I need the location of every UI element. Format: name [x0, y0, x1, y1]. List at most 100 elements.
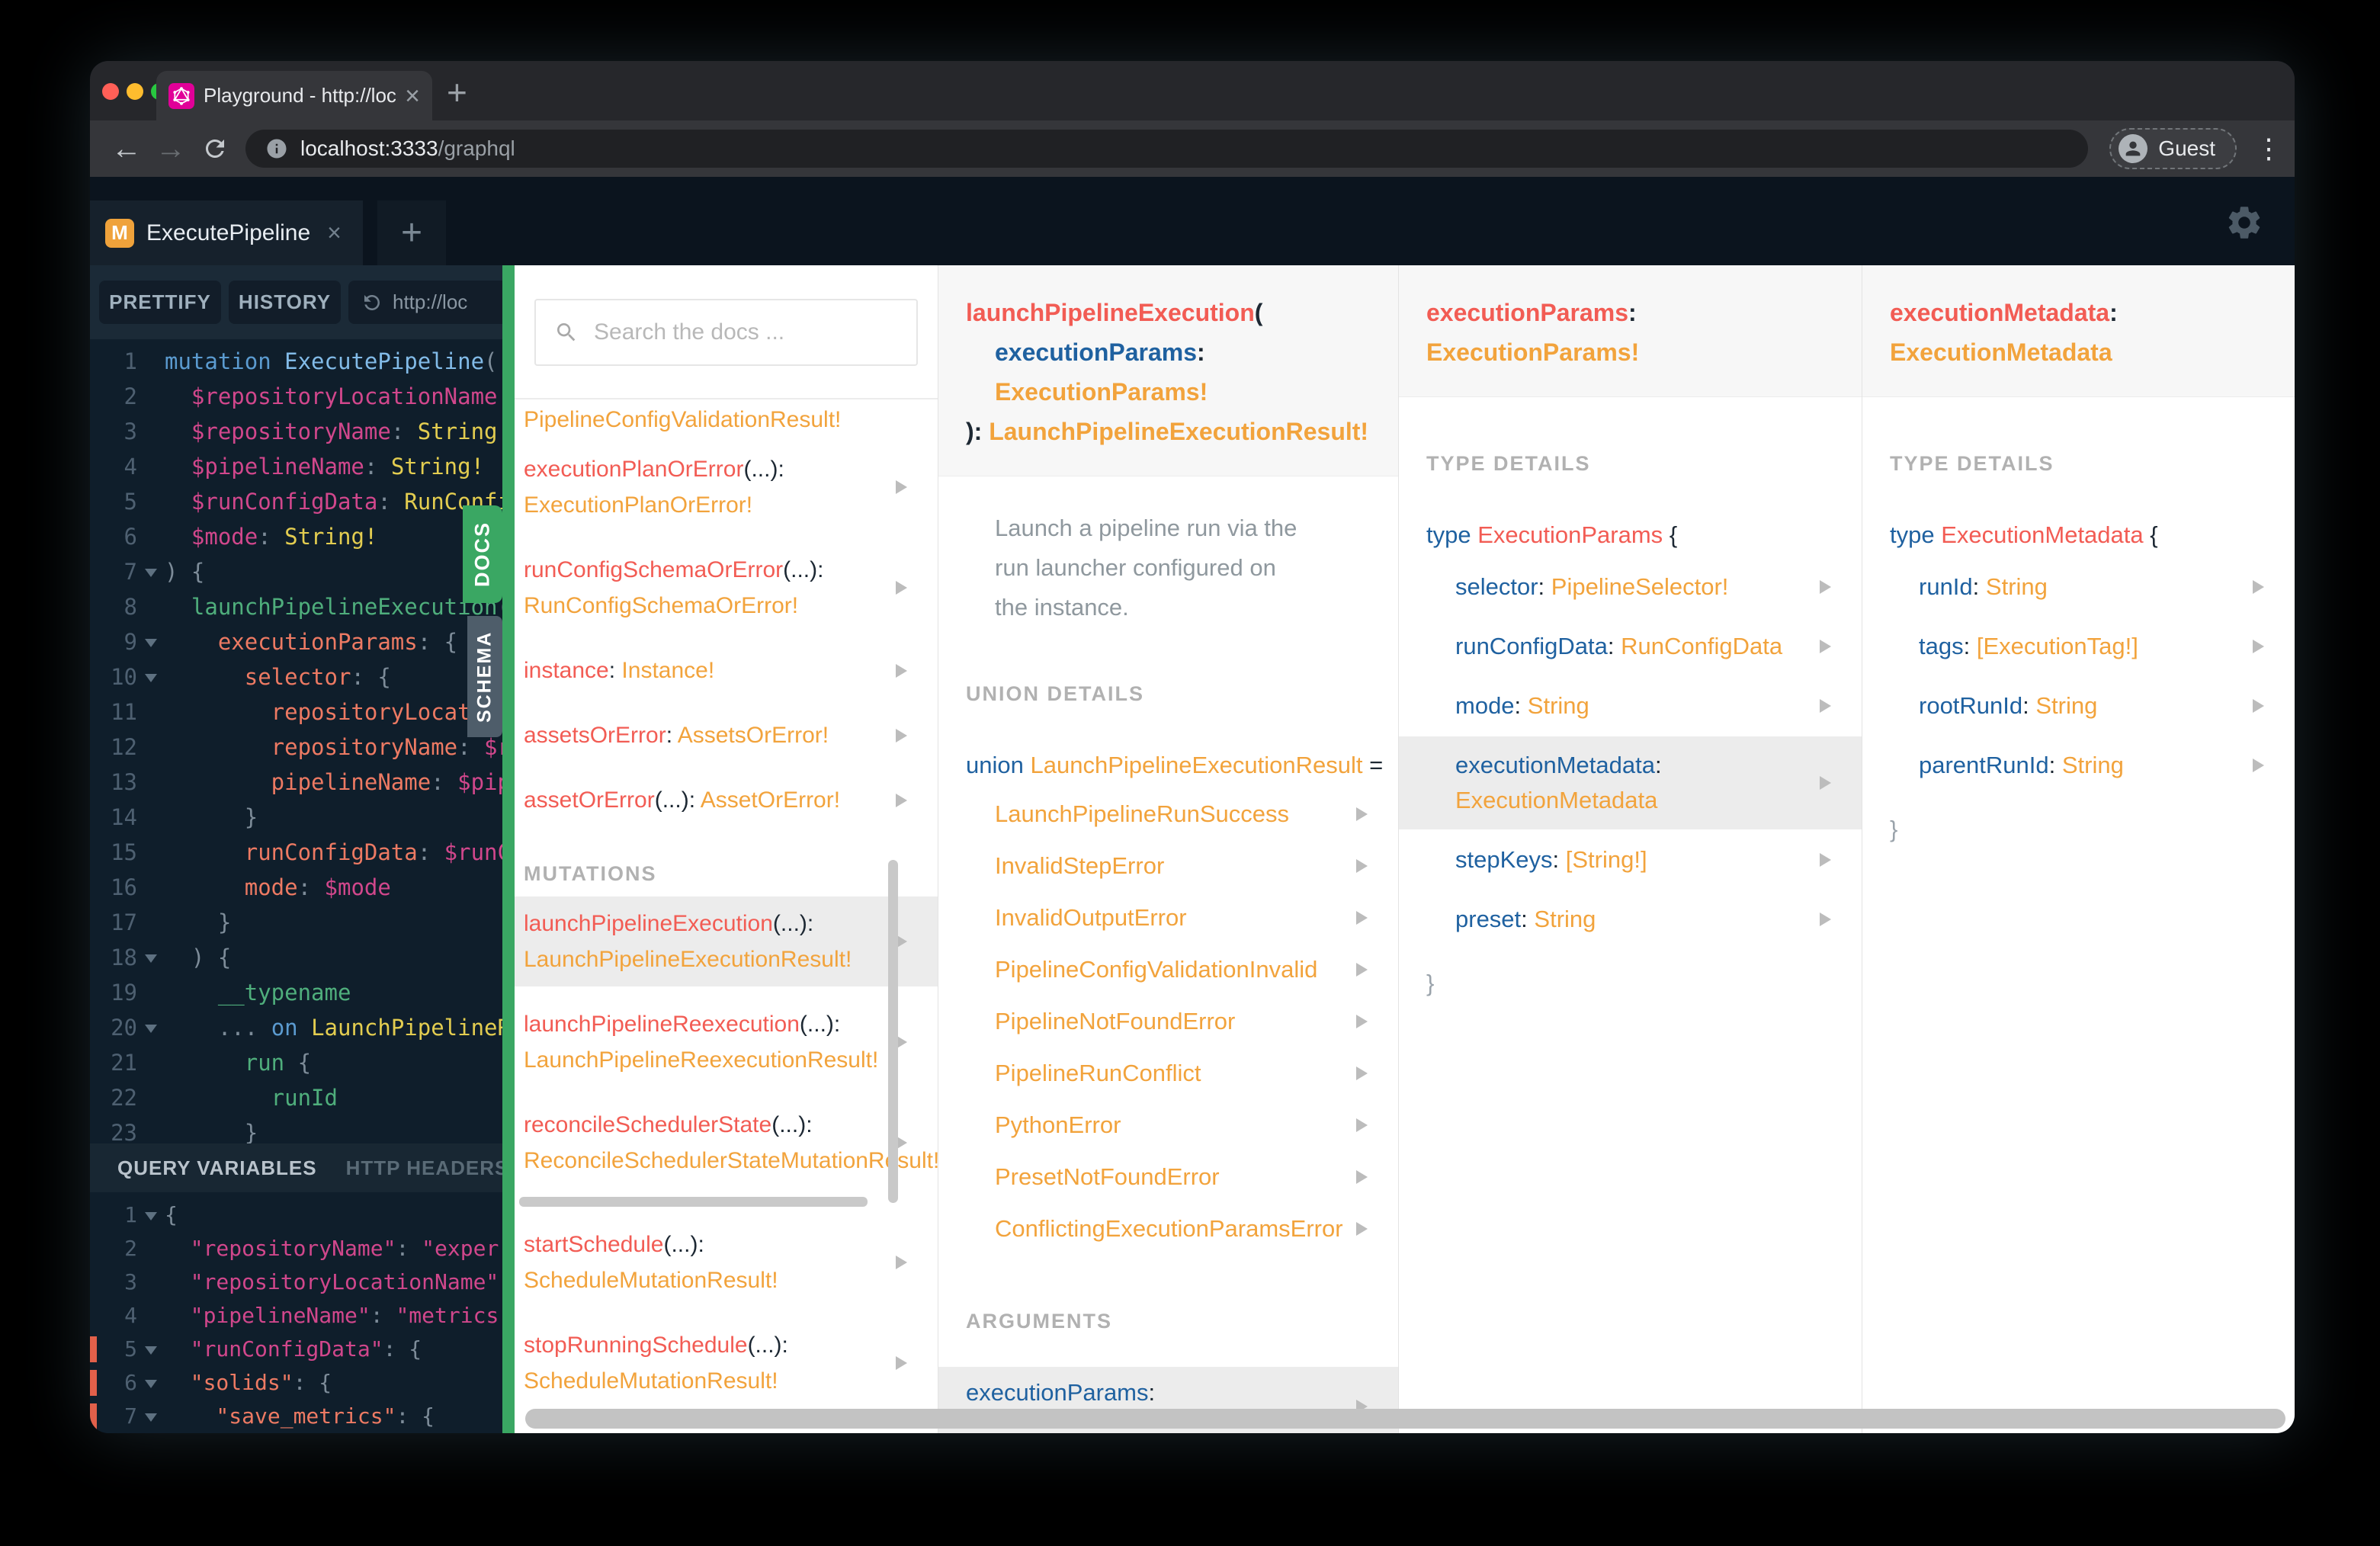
docs-search-input[interactable]: [592, 319, 898, 346]
schema-sidetab[interactable]: SCHEMA: [467, 616, 502, 737]
code-line[interactable]: 9 executionParams: {: [90, 624, 502, 659]
chevron-right-icon[interactable]: [896, 1256, 907, 1269]
doc-field-item[interactable]: stopRunningSchedule(...): ScheduleMutatio…: [515, 1318, 938, 1408]
code-line[interactable]: 22 runId: [90, 1080, 502, 1115]
union-type-item[interactable]: PipelineRunConflict: [938, 1047, 1398, 1099]
chevron-right-icon[interactable]: [1356, 859, 1368, 873]
type-field-row[interactable]: selector: PipelineSelector!: [1399, 558, 1862, 616]
doc-field-item[interactable]: launchPipelineExecution(...): LaunchPipel…: [515, 896, 938, 986]
code-line[interactable]: 16 mode: $mode: [90, 870, 502, 905]
union-type-item[interactable]: InvalidStepError: [938, 840, 1398, 892]
code-line[interactable]: 17 }: [90, 905, 502, 940]
new-tab-button[interactable]: +: [447, 75, 467, 110]
union-type-item[interactable]: ConflictingExecutionParamsError: [938, 1203, 1398, 1255]
doc-field-item[interactable]: launchPipelineReexecution(...): LaunchPip…: [515, 997, 938, 1087]
chevron-right-icon[interactable]: [2253, 699, 2264, 713]
profile-button[interactable]: Guest: [2109, 128, 2237, 169]
type-field-row[interactable]: mode: String: [1399, 677, 1862, 735]
history-button[interactable]: HISTORY: [229, 281, 341, 324]
chevron-right-icon[interactable]: [2253, 759, 2264, 772]
code-line[interactable]: 3 "repositoryLocationName":: [90, 1265, 502, 1299]
code-line[interactable]: 1{: [90, 1198, 502, 1232]
chevron-right-icon[interactable]: [1356, 1222, 1368, 1236]
code-line[interactable]: 4 $pipelineName: String!: [90, 449, 502, 484]
playground-tab[interactable]: M ExecutePipeline ×: [90, 200, 363, 265]
minimize-window-button[interactable]: [127, 83, 143, 100]
doc-field-item[interactable]: startSchedule(...): ScheduleMutationResul…: [515, 1217, 938, 1307]
code-line[interactable]: 5 $runConfigData: RunConfigData: [90, 484, 502, 519]
variables-editor[interactable]: 1{2 "repositoryName": "exper 3 "repositor…: [90, 1192, 502, 1433]
browser-tab[interactable]: Playground - http://localhost:3 ×: [156, 71, 432, 120]
code-line[interactable]: 2 "repositoryName": "exper: [90, 1232, 502, 1265]
settings-gear-icon[interactable]: [2224, 203, 2264, 242]
chevron-right-icon[interactable]: [896, 581, 907, 595]
chevron-right-icon[interactable]: [1356, 1015, 1368, 1028]
code-line[interactable]: 7 "save_metrics": {: [90, 1400, 502, 1433]
docs-search-box[interactable]: [534, 299, 918, 366]
chevron-right-icon[interactable]: [1356, 963, 1368, 977]
doc-field-item[interactable]: executionPlanOrError(...): ExecutionPlanO…: [515, 442, 938, 532]
chevron-right-icon[interactable]: [1820, 853, 1831, 867]
chevron-right-icon[interactable]: [896, 793, 907, 807]
code-line[interactable]: 11 repositoryLocationName: $repositoryLo…: [90, 694, 502, 730]
chevron-right-icon[interactable]: [1356, 1170, 1368, 1184]
type-field-row[interactable]: preset: String: [1399, 890, 1862, 948]
code-line[interactable]: 2 $repositoryLocationName: String!: [90, 379, 502, 414]
fold-arrow-icon[interactable]: [137, 940, 165, 975]
code-line[interactable]: 19 __typename: [90, 975, 502, 1010]
chevron-right-icon[interactable]: [1820, 640, 1831, 653]
playground-tab-close-icon[interactable]: ×: [327, 219, 342, 247]
union-type-item[interactable]: LaunchPipelineRunSuccess: [938, 788, 1398, 840]
code-line[interactable]: 13 pipelineName: $pipelineName: [90, 765, 502, 800]
fold-arrow-icon[interactable]: [137, 624, 165, 659]
fold-arrow-icon[interactable]: [137, 659, 165, 694]
union-type-item[interactable]: PythonError: [938, 1099, 1398, 1151]
code-line[interactable]: 14 }: [90, 800, 502, 835]
doc-field-item[interactable]: instance: Instance!: [515, 643, 938, 698]
chevron-right-icon[interactable]: [1820, 580, 1831, 594]
code-line[interactable]: 18 ) {: [90, 940, 502, 975]
fold-arrow-icon[interactable]: [137, 1010, 165, 1045]
fold-arrow-icon[interactable]: [137, 554, 165, 589]
chevron-right-icon[interactable]: [896, 1356, 907, 1370]
code-line[interactable]: 10 selector: {: [90, 659, 502, 694]
chevron-right-icon[interactable]: [1820, 699, 1831, 713]
chevron-right-icon[interactable]: [1820, 776, 1831, 790]
type-field-row[interactable]: runConfigData: RunConfigData: [1399, 617, 1862, 675]
union-type-item[interactable]: PresetNotFoundError: [938, 1151, 1398, 1203]
doc-field-item[interactable]: assetsOrError: AssetsOrError!: [515, 708, 938, 762]
fold-arrow-icon[interactable]: [137, 1333, 165, 1366]
fold-arrow-icon[interactable]: [137, 1198, 165, 1232]
code-line[interactable]: 1 mutation ExecutePipeline(: [90, 344, 502, 379]
code-line[interactable]: 5 "runConfigData": {: [90, 1333, 502, 1366]
tab-query-variables[interactable]: QUERY VARIABLES: [117, 1156, 317, 1180]
union-type-item[interactable]: PipelineConfigValidationInvalid: [938, 944, 1398, 996]
fold-arrow-icon[interactable]: [137, 1400, 165, 1433]
close-window-button[interactable]: [102, 83, 119, 100]
browser-menu-icon[interactable]: ⋮: [2255, 133, 2282, 165]
code-line[interactable]: 7) {: [90, 554, 502, 589]
chevron-right-icon[interactable]: [1356, 1118, 1368, 1132]
chevron-right-icon[interactable]: [896, 663, 907, 678]
reload-button[interactable]: [195, 129, 235, 168]
union-type-item[interactable]: PipelineNotFoundError: [938, 996, 1398, 1047]
url-bar[interactable]: localhost:3333/graphql: [245, 130, 2089, 168]
code-line[interactable]: 6 $mode: String!: [90, 519, 502, 554]
chevron-right-icon[interactable]: [1356, 807, 1368, 821]
forward-button[interactable]: →: [151, 129, 191, 168]
doc-field-item[interactable]: reconcileSchedulerState(...): ReconcileSc…: [515, 1098, 938, 1188]
chevron-right-icon[interactable]: [1356, 1066, 1368, 1080]
type-field-row[interactable]: parentRunId: String: [1862, 736, 2295, 794]
list-horizontal-scrollbar[interactable]: [519, 1197, 868, 1207]
docs-horizontal-scrollbar[interactable]: [525, 1409, 2285, 1429]
chevron-right-icon[interactable]: [1820, 913, 1831, 926]
fold-arrow-icon[interactable]: [137, 1366, 165, 1400]
code-line[interactable]: 20 ... on LaunchPipelineRunSuccess {: [90, 1010, 502, 1045]
browser-tab-close-icon[interactable]: ×: [405, 83, 420, 109]
type-field-row[interactable]: runId: String: [1862, 558, 2295, 616]
chevron-right-icon[interactable]: [2253, 640, 2264, 653]
endpoint-input[interactable]: http://loc: [348, 281, 502, 324]
type-field-row[interactable]: tags: [ExecutionTag!]: [1862, 617, 2295, 675]
code-line[interactable]: 3 $repositoryName: String!: [90, 414, 502, 449]
chevron-right-icon[interactable]: [896, 480, 907, 494]
